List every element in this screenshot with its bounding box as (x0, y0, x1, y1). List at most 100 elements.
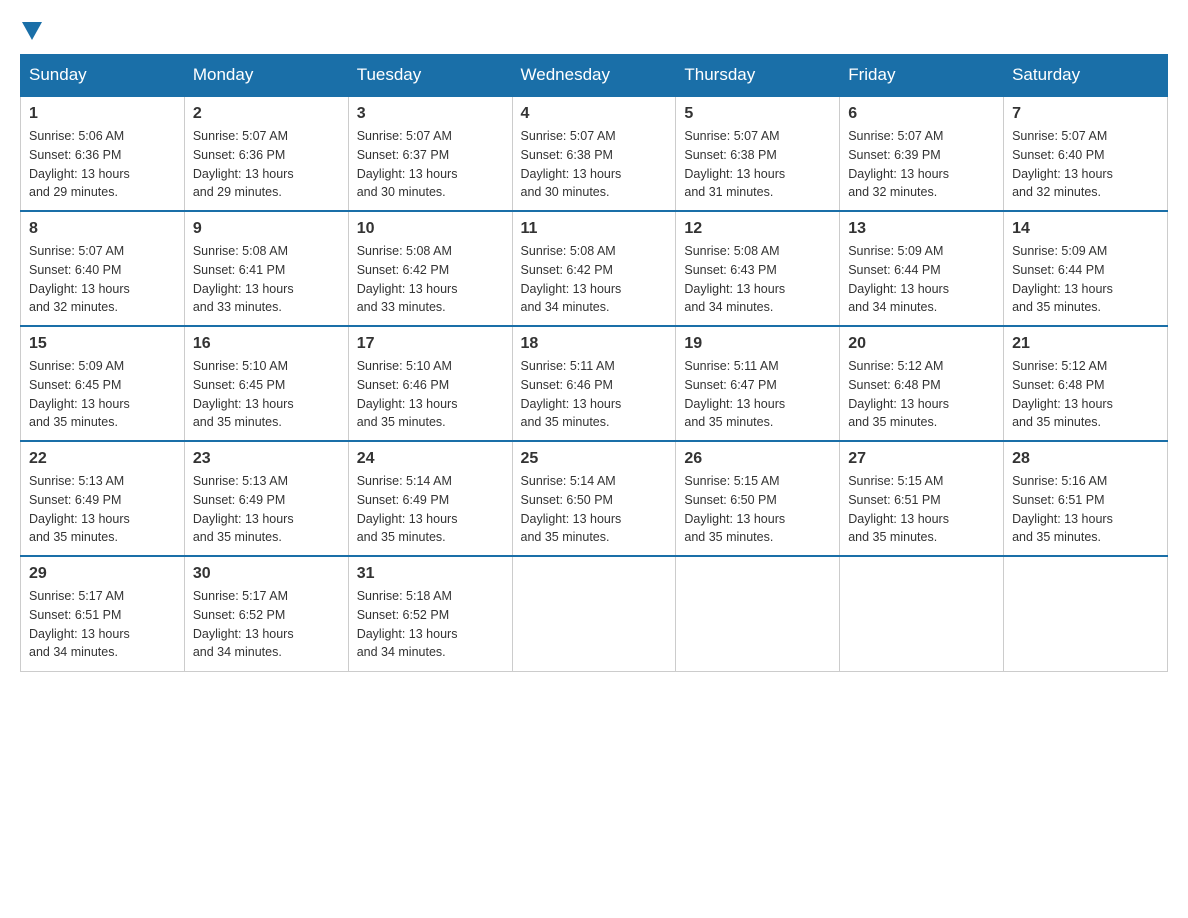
day-info: Sunrise: 5:07 AM Sunset: 6:40 PM Dayligh… (29, 242, 176, 317)
calendar-cell: 12 Sunrise: 5:08 AM Sunset: 6:43 PM Dayl… (676, 211, 840, 326)
calendar-cell: 9 Sunrise: 5:08 AM Sunset: 6:41 PM Dayli… (184, 211, 348, 326)
calendar-cell (1004, 556, 1168, 671)
day-info: Sunrise: 5:14 AM Sunset: 6:50 PM Dayligh… (521, 472, 668, 547)
day-info: Sunrise: 5:06 AM Sunset: 6:36 PM Dayligh… (29, 127, 176, 202)
day-number: 19 (684, 335, 831, 353)
calendar-cell: 21 Sunrise: 5:12 AM Sunset: 6:48 PM Dayl… (1004, 326, 1168, 441)
day-number: 18 (521, 335, 668, 353)
day-number: 5 (684, 105, 831, 123)
day-info: Sunrise: 5:12 AM Sunset: 6:48 PM Dayligh… (848, 357, 995, 432)
day-number: 29 (29, 565, 176, 583)
calendar-cell: 14 Sunrise: 5:09 AM Sunset: 6:44 PM Dayl… (1004, 211, 1168, 326)
day-number: 30 (193, 565, 340, 583)
calendar-cell: 8 Sunrise: 5:07 AM Sunset: 6:40 PM Dayli… (21, 211, 185, 326)
day-info: Sunrise: 5:13 AM Sunset: 6:49 PM Dayligh… (193, 472, 340, 547)
calendar-cell: 18 Sunrise: 5:11 AM Sunset: 6:46 PM Dayl… (512, 326, 676, 441)
day-number: 12 (684, 220, 831, 238)
day-number: 9 (193, 220, 340, 238)
day-info: Sunrise: 5:09 AM Sunset: 6:44 PM Dayligh… (1012, 242, 1159, 317)
day-number: 27 (848, 450, 995, 468)
calendar-header-row: SundayMondayTuesdayWednesdayThursdayFrid… (21, 55, 1168, 97)
day-number: 2 (193, 105, 340, 123)
day-number: 17 (357, 335, 504, 353)
calendar-cell: 20 Sunrise: 5:12 AM Sunset: 6:48 PM Dayl… (840, 326, 1004, 441)
day-info: Sunrise: 5:10 AM Sunset: 6:46 PM Dayligh… (357, 357, 504, 432)
day-info: Sunrise: 5:07 AM Sunset: 6:40 PM Dayligh… (1012, 127, 1159, 202)
calendar-cell: 6 Sunrise: 5:07 AM Sunset: 6:39 PM Dayli… (840, 96, 1004, 211)
calendar-cell: 7 Sunrise: 5:07 AM Sunset: 6:40 PM Dayli… (1004, 96, 1168, 211)
calendar-week-row: 22 Sunrise: 5:13 AM Sunset: 6:49 PM Dayl… (21, 441, 1168, 556)
calendar-cell: 10 Sunrise: 5:08 AM Sunset: 6:42 PM Dayl… (348, 211, 512, 326)
day-info: Sunrise: 5:09 AM Sunset: 6:44 PM Dayligh… (848, 242, 995, 317)
calendar-week-row: 15 Sunrise: 5:09 AM Sunset: 6:45 PM Dayl… (21, 326, 1168, 441)
calendar-cell: 16 Sunrise: 5:10 AM Sunset: 6:45 PM Dayl… (184, 326, 348, 441)
day-number: 25 (521, 450, 668, 468)
calendar-cell: 13 Sunrise: 5:09 AM Sunset: 6:44 PM Dayl… (840, 211, 1004, 326)
calendar-cell: 3 Sunrise: 5:07 AM Sunset: 6:37 PM Dayli… (348, 96, 512, 211)
day-info: Sunrise: 5:13 AM Sunset: 6:49 PM Dayligh… (29, 472, 176, 547)
logo (20, 20, 44, 38)
day-number: 31 (357, 565, 504, 583)
calendar-cell: 25 Sunrise: 5:14 AM Sunset: 6:50 PM Dayl… (512, 441, 676, 556)
calendar-header-wednesday: Wednesday (512, 55, 676, 97)
calendar-header-thursday: Thursday (676, 55, 840, 97)
day-number: 21 (1012, 335, 1159, 353)
calendar-cell: 1 Sunrise: 5:06 AM Sunset: 6:36 PM Dayli… (21, 96, 185, 211)
day-info: Sunrise: 5:08 AM Sunset: 6:42 PM Dayligh… (521, 242, 668, 317)
day-info: Sunrise: 5:11 AM Sunset: 6:46 PM Dayligh… (521, 357, 668, 432)
calendar-header-monday: Monday (184, 55, 348, 97)
day-number: 1 (29, 105, 176, 123)
day-number: 20 (848, 335, 995, 353)
calendar-cell: 17 Sunrise: 5:10 AM Sunset: 6:46 PM Dayl… (348, 326, 512, 441)
day-info: Sunrise: 5:08 AM Sunset: 6:42 PM Dayligh… (357, 242, 504, 317)
calendar-cell (840, 556, 1004, 671)
calendar-cell: 31 Sunrise: 5:18 AM Sunset: 6:52 PM Dayl… (348, 556, 512, 671)
calendar-cell: 2 Sunrise: 5:07 AM Sunset: 6:36 PM Dayli… (184, 96, 348, 211)
calendar-cell (676, 556, 840, 671)
calendar-cell: 29 Sunrise: 5:17 AM Sunset: 6:51 PM Dayl… (21, 556, 185, 671)
day-info: Sunrise: 5:16 AM Sunset: 6:51 PM Dayligh… (1012, 472, 1159, 547)
logo-triangle-icon (22, 22, 42, 40)
day-number: 28 (1012, 450, 1159, 468)
calendar-cell: 15 Sunrise: 5:09 AM Sunset: 6:45 PM Dayl… (21, 326, 185, 441)
day-info: Sunrise: 5:18 AM Sunset: 6:52 PM Dayligh… (357, 587, 504, 662)
day-number: 24 (357, 450, 504, 468)
day-number: 8 (29, 220, 176, 238)
day-info: Sunrise: 5:17 AM Sunset: 6:51 PM Dayligh… (29, 587, 176, 662)
day-number: 26 (684, 450, 831, 468)
day-number: 7 (1012, 105, 1159, 123)
day-info: Sunrise: 5:11 AM Sunset: 6:47 PM Dayligh… (684, 357, 831, 432)
day-number: 13 (848, 220, 995, 238)
day-number: 15 (29, 335, 176, 353)
calendar-cell: 4 Sunrise: 5:07 AM Sunset: 6:38 PM Dayli… (512, 96, 676, 211)
day-info: Sunrise: 5:12 AM Sunset: 6:48 PM Dayligh… (1012, 357, 1159, 432)
day-info: Sunrise: 5:17 AM Sunset: 6:52 PM Dayligh… (193, 587, 340, 662)
calendar-header-tuesday: Tuesday (348, 55, 512, 97)
calendar-table: SundayMondayTuesdayWednesdayThursdayFrid… (20, 54, 1168, 672)
day-info: Sunrise: 5:07 AM Sunset: 6:38 PM Dayligh… (521, 127, 668, 202)
calendar-header-saturday: Saturday (1004, 55, 1168, 97)
day-info: Sunrise: 5:09 AM Sunset: 6:45 PM Dayligh… (29, 357, 176, 432)
calendar-cell: 27 Sunrise: 5:15 AM Sunset: 6:51 PM Dayl… (840, 441, 1004, 556)
day-number: 11 (521, 220, 668, 238)
day-info: Sunrise: 5:07 AM Sunset: 6:36 PM Dayligh… (193, 127, 340, 202)
calendar-week-row: 1 Sunrise: 5:06 AM Sunset: 6:36 PM Dayli… (21, 96, 1168, 211)
calendar-header-sunday: Sunday (21, 55, 185, 97)
day-number: 23 (193, 450, 340, 468)
calendar-header-friday: Friday (840, 55, 1004, 97)
day-number: 3 (357, 105, 504, 123)
calendar-cell: 19 Sunrise: 5:11 AM Sunset: 6:47 PM Dayl… (676, 326, 840, 441)
day-info: Sunrise: 5:07 AM Sunset: 6:38 PM Dayligh… (684, 127, 831, 202)
day-info: Sunrise: 5:08 AM Sunset: 6:43 PM Dayligh… (684, 242, 831, 317)
day-info: Sunrise: 5:14 AM Sunset: 6:49 PM Dayligh… (357, 472, 504, 547)
day-number: 14 (1012, 220, 1159, 238)
day-number: 6 (848, 105, 995, 123)
day-info: Sunrise: 5:07 AM Sunset: 6:37 PM Dayligh… (357, 127, 504, 202)
calendar-cell (512, 556, 676, 671)
day-info: Sunrise: 5:07 AM Sunset: 6:39 PM Dayligh… (848, 127, 995, 202)
calendar-week-row: 29 Sunrise: 5:17 AM Sunset: 6:51 PM Dayl… (21, 556, 1168, 671)
calendar-cell: 5 Sunrise: 5:07 AM Sunset: 6:38 PM Dayli… (676, 96, 840, 211)
calendar-cell: 22 Sunrise: 5:13 AM Sunset: 6:49 PM Dayl… (21, 441, 185, 556)
day-info: Sunrise: 5:15 AM Sunset: 6:50 PM Dayligh… (684, 472, 831, 547)
day-info: Sunrise: 5:08 AM Sunset: 6:41 PM Dayligh… (193, 242, 340, 317)
